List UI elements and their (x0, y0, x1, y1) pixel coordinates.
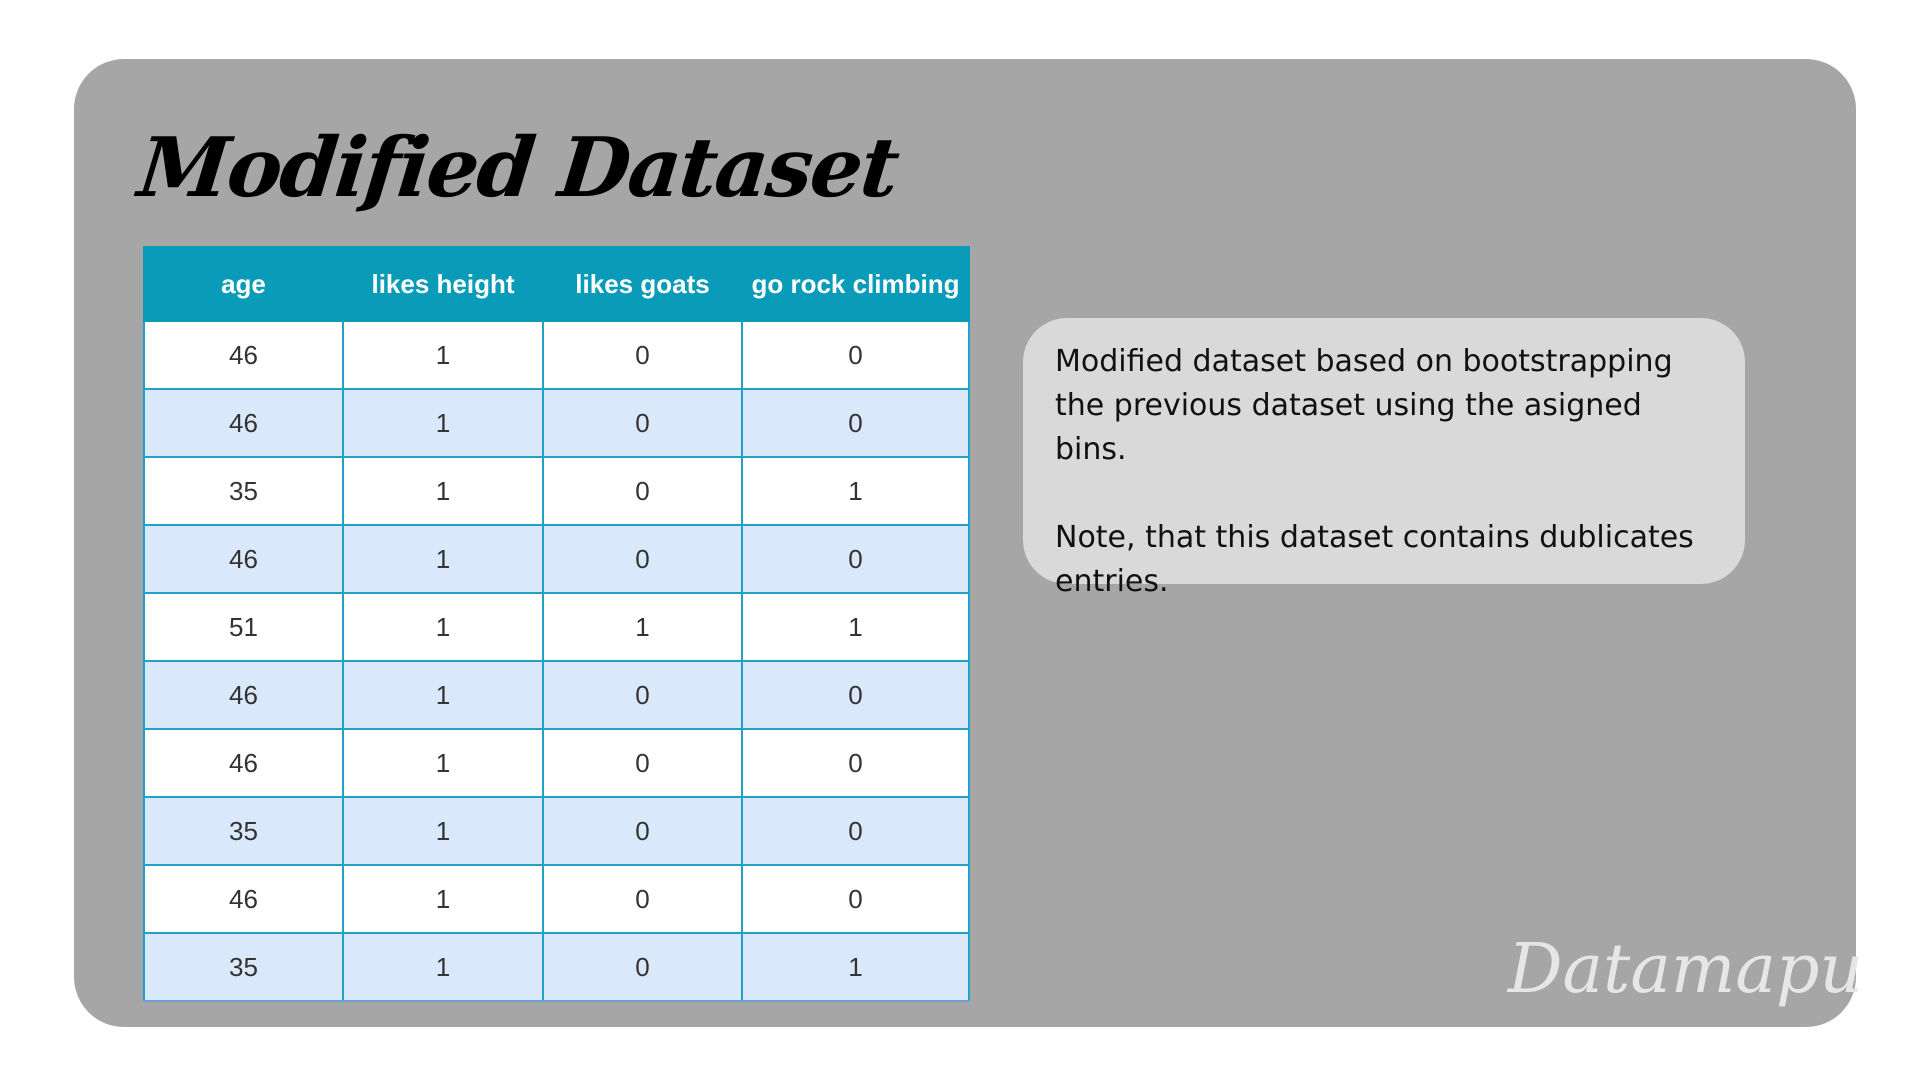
table-cell: 46 (143, 320, 344, 390)
table-cell: 0 (542, 932, 743, 1002)
table-cell: 1 (342, 320, 544, 390)
table-cell: 1 (741, 456, 970, 526)
table-cell: 0 (542, 660, 743, 730)
column-header-likes-height: likes height (342, 246, 544, 322)
table-cell: 0 (741, 864, 970, 934)
column-header-likes-goats: likes goats (542, 246, 743, 322)
table-cell: 0 (542, 728, 743, 798)
table-cell: 35 (143, 796, 344, 866)
table-cell: 0 (542, 456, 743, 526)
table-cell: 1 (741, 592, 970, 662)
table-cell: 1 (342, 388, 544, 458)
table-cell: 1 (342, 456, 544, 526)
table-row: 46 1 0 0 (143, 864, 970, 934)
table-cell: 0 (741, 728, 970, 798)
table-row: 51 1 1 1 (143, 592, 970, 662)
table-cell: 46 (143, 524, 344, 594)
note-paragraph-description: Modified dataset based on bootstrapping … (1055, 344, 1673, 467)
table-cell: 0 (542, 320, 743, 390)
table-cell: 1 (342, 524, 544, 594)
table-cell: 46 (143, 660, 344, 730)
brand-watermark: Datamapu (1508, 930, 1864, 1009)
table-cell: 1 (741, 932, 970, 1002)
table-cell: 1 (342, 592, 544, 662)
note-paragraph-duplicates: Note, that this dataset contains dublica… (1055, 520, 1694, 599)
table-row: 35 1 0 1 (143, 456, 970, 526)
table-cell: 46 (143, 864, 344, 934)
table-cell: 35 (143, 456, 344, 526)
table-row: 46 1 0 0 (143, 524, 970, 594)
table-cell: 46 (143, 728, 344, 798)
table-row: 46 1 0 0 (143, 388, 970, 458)
table-cell: 0 (741, 388, 970, 458)
table-row: 35 1 0 1 (143, 932, 970, 1002)
table-cell: 0 (542, 524, 743, 594)
table-cell: 46 (143, 388, 344, 458)
table-cell: 0 (741, 796, 970, 866)
note-callout: Modified dataset based on bootstrapping … (1023, 318, 1745, 599)
table-cell: 1 (342, 864, 544, 934)
table-cell: 0 (741, 524, 970, 594)
column-header-age: age (143, 246, 344, 322)
table-cell: 0 (542, 864, 743, 934)
table-cell: 1 (342, 728, 544, 798)
table-cell: 1 (342, 932, 544, 1002)
table-cell: 1 (542, 592, 743, 662)
table-header-row: age likes height likes goats go rock cli… (143, 246, 970, 322)
page-title: Modified Dataset (133, 120, 902, 216)
table-cell: 1 (342, 796, 544, 866)
table-row: 35 1 0 0 (143, 796, 970, 866)
table-cell: 1 (342, 660, 544, 730)
table-cell: 0 (542, 388, 743, 458)
table-cell: 51 (143, 592, 344, 662)
table-cell: 0 (542, 796, 743, 866)
table-cell: 35 (143, 932, 344, 1002)
column-header-go-rock-climbing: go rock climbing (741, 246, 970, 322)
table-row: 46 1 0 0 (143, 728, 970, 798)
table-row: 46 1 0 0 (143, 660, 970, 730)
table-cell: 0 (741, 320, 970, 390)
table-cell: 0 (741, 660, 970, 730)
dataset-table: age likes height likes goats go rock cli… (143, 246, 970, 1002)
table-row: 46 1 0 0 (143, 320, 970, 390)
